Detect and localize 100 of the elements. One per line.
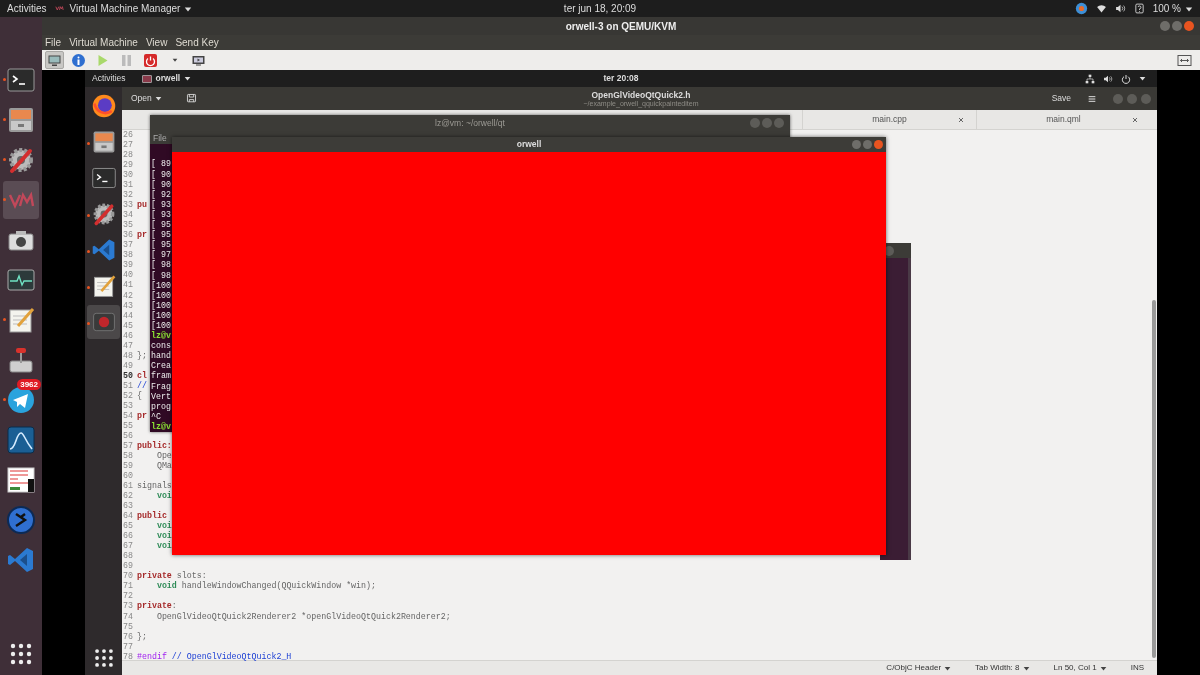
- terminal-line: Vert: [151, 391, 172, 402]
- terminal-icon: [90, 165, 117, 191]
- clock[interactable]: ter jun 18, 20:09: [563, 1, 637, 16]
- line-number: 66: [122, 531, 134, 542]
- volume-icon[interactable]: [1114, 3, 1126, 14]
- caret-icon: [1139, 75, 1146, 82]
- toolbar-button[interactable]: [69, 51, 88, 69]
- network-icon[interactable]: [1085, 73, 1095, 84]
- code-line: #endif // OpenGlVideoQtQuick2_H: [137, 651, 292, 662]
- caret-icon: [944, 664, 952, 672]
- caret-icon: [184, 75, 192, 82]
- close-button[interactable]: [874, 140, 883, 149]
- terminal-line: [ 95: [151, 240, 172, 250]
- code-line: pu: [137, 200, 147, 211]
- power-icon[interactable]: [1121, 73, 1131, 84]
- system-menu-button[interactable]: [1139, 75, 1146, 82]
- round-emblem-icon: [6, 505, 36, 535]
- terminal-line: hand: [151, 351, 172, 362]
- language-menu[interactable]: C/ObjC Header: [886, 662, 952, 674]
- code-line: OpenGlVideoQtQuick2Renderer2 *openGlVideoQtQuick2Renderer2;: [155, 611, 451, 622]
- code-line: voi: [155, 521, 172, 531]
- close-button[interactable]: [1184, 21, 1194, 31]
- caret-icon: [1185, 4, 1193, 13]
- caret-icon: [184, 4, 193, 13]
- menu-item[interactable]: View: [145, 35, 168, 50]
- code-line: public:: [137, 440, 172, 451]
- line-number: 37: [122, 240, 134, 251]
- caret-icon: [1022, 664, 1030, 672]
- dock-item[interactable]: 3962: [3, 381, 39, 419]
- close-tab-button[interactable]: [958, 116, 964, 123]
- line-number: 50: [122, 370, 134, 381]
- help-icon[interactable]: [1133, 3, 1145, 14]
- code-line: voi: [155, 541, 172, 552]
- open-button[interactable]: Open: [131, 92, 162, 105]
- document-icon[interactable]: [185, 93, 197, 104]
- cursor-position-menu[interactable]: Ln 50, Col 1: [1053, 662, 1107, 674]
- line-number: 41: [122, 280, 134, 291]
- line-number: 69: [122, 561, 134, 572]
- line-number: 56: [122, 430, 134, 441]
- activities-button[interactable]: Activities: [92, 72, 126, 85]
- app-indicator-icon[interactable]: [1074, 2, 1088, 15]
- gear-wrench-icon: [6, 145, 36, 175]
- line-number: 57: [122, 440, 134, 451]
- notepad-icon: [6, 305, 36, 335]
- line-number: 32: [122, 190, 134, 201]
- window-icon: [141, 73, 152, 84]
- terminal-line: [100: [151, 320, 172, 331]
- volume-icon[interactable]: [1103, 73, 1113, 84]
- pause-icon: [119, 52, 134, 68]
- caret-icon: [1099, 664, 1107, 672]
- activities-button[interactable]: Activities: [7, 1, 47, 16]
- app-menu-label: orwell: [155, 72, 181, 85]
- line-number: 62: [122, 491, 134, 502]
- code-line: //: [137, 380, 147, 391]
- terminal-line: [100: [151, 290, 172, 301]
- code-line: public: [137, 511, 167, 521]
- menu-item[interactable]: Virtual Machine: [69, 35, 138, 50]
- window-title: lz@vm: ~/orwell/qt: [435, 116, 505, 130]
- line-number: 75: [122, 621, 134, 632]
- fin-icon: [6, 425, 36, 455]
- code-line: cl: [137, 370, 147, 381]
- menu-item[interactable]: File: [153, 131, 167, 145]
- menu-item[interactable]: Send Key: [175, 35, 219, 50]
- document-title: OpenGlVideoQtQuick2.h: [591, 89, 691, 100]
- menu-item[interactable]: File: [45, 35, 62, 50]
- battery-menu[interactable]: 100 %: [1152, 1, 1193, 16]
- tab-width-menu[interactable]: Tab Width: 8: [975, 662, 1030, 674]
- code-line: voi: [155, 531, 172, 541]
- line-number: 51: [122, 380, 134, 391]
- code-line: pr: [137, 410, 147, 421]
- line-number: 61: [122, 481, 134, 492]
- line-number: 29: [122, 160, 134, 171]
- line-number: 30: [122, 170, 134, 181]
- tab[interactable]: main.cpp: [802, 110, 976, 129]
- terminal-line: [100: [151, 310, 172, 321]
- code-editor-icon: [6, 545, 36, 575]
- wifi-icon[interactable]: [1095, 3, 1107, 14]
- line-number: 52: [122, 390, 134, 401]
- line-number: 78: [122, 651, 134, 662]
- resize-icon[interactable]: [1177, 52, 1192, 68]
- toolbar-button[interactable]: [45, 51, 64, 69]
- line-number: 39: [122, 260, 134, 271]
- line-number: 45: [122, 320, 134, 331]
- app-menu[interactable]: Virtual Machine Manager: [54, 1, 193, 16]
- menu-icon[interactable]: [1087, 93, 1097, 104]
- line-number: 49: [122, 360, 134, 371]
- clock[interactable]: ter 20:08: [603, 72, 639, 85]
- scrollbar[interactable]: [1152, 300, 1156, 658]
- line-number: 60: [122, 471, 134, 482]
- save-button[interactable]: Save: [1051, 92, 1071, 105]
- line-number: 36: [122, 230, 134, 241]
- app-menu[interactable]: orwell: [141, 72, 192, 85]
- terminal-line: lz@v: [151, 331, 172, 342]
- code-line: private slots:: [137, 571, 207, 582]
- line-number: 58: [122, 451, 134, 462]
- toolbar-button[interactable]: [141, 51, 160, 69]
- tab[interactable]: main.qml: [976, 110, 1150, 129]
- line-number: 68: [122, 551, 134, 562]
- close-tab-button[interactable]: [1132, 116, 1138, 123]
- terminal-line: [100: [151, 300, 172, 311]
